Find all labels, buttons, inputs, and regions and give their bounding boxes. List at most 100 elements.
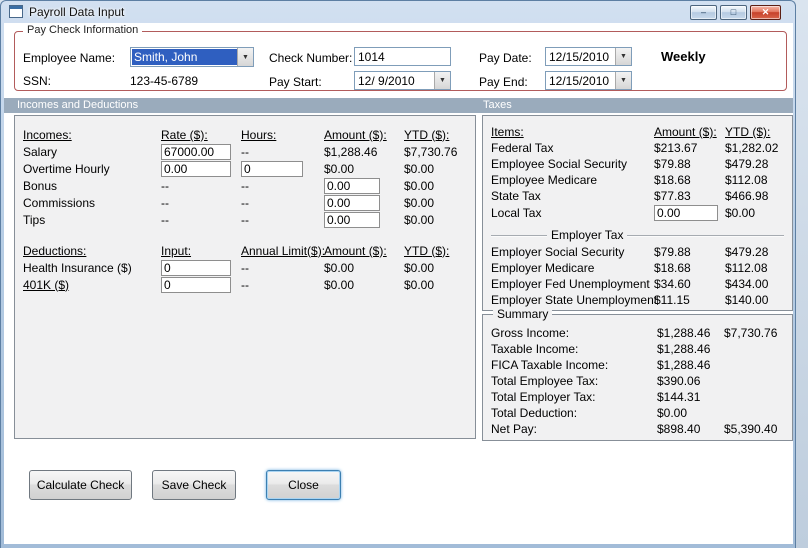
pay-date-datepicker[interactable]: 12/15/2010 ▼ — [545, 47, 632, 66]
window-title: Payroll Data Input — [29, 5, 125, 19]
federal-tax-label: Federal Tax — [491, 141, 554, 155]
tax-row-employee-medicare: Employee Medicare $18.68 $112.08 — [491, 172, 792, 188]
close-button[interactable]: ✕ — [750, 5, 781, 20]
incomes-deductions-gap — [23, 228, 475, 242]
net-pay-ytd: $5,390.40 — [724, 422, 778, 436]
gross-income-label: Gross Income: — [491, 326, 570, 340]
employer-medicare-ytd: $112.08 — [725, 261, 768, 275]
pay-start-dropdown-icon[interactable]: ▼ — [434, 72, 450, 89]
401k-input[interactable] — [161, 276, 231, 293]
local-tax-input[interactable] — [654, 205, 718, 221]
health-insurance-limit: -- — [241, 260, 249, 275]
employee-name-dropdown-icon[interactable]: ▼ — [237, 48, 253, 66]
taxes-panel: Items: Amount ($): YTD ($): Federal Tax … — [482, 115, 793, 311]
salary-amount: $1,288.46 — [324, 144, 378, 159]
employee-ss-ytd: $479.28 — [725, 157, 769, 171]
app-icon — [9, 5, 23, 18]
health-insurance-input[interactable] — [161, 259, 231, 276]
salary-rate-input[interactable] — [161, 143, 231, 160]
health-insurance-ytd: $0.00 — [404, 260, 435, 275]
income-row-commissions: Commissions -- -- $0.00 — [23, 194, 475, 211]
ssn-value: 123-45-6789 — [130, 74, 199, 88]
employer-fed-unemployment-label: Employer Fed Unemployment — [491, 277, 650, 291]
federal-tax-ytd: $1,282.02 — [725, 141, 779, 155]
payroll-window: Payroll Data Input – □ ✕ Pay Check Infor… — [0, 0, 796, 548]
total-employee-tax-amount: $390.06 — [657, 374, 701, 388]
pay-end-dropdown-icon[interactable]: ▼ — [615, 72, 631, 89]
bonus-amount-input[interactable] — [324, 177, 380, 194]
income-row-tips: Tips -- -- $0.00 — [23, 211, 475, 228]
pay-end-value: 12/15/2010 — [549, 74, 610, 88]
total-employer-tax-amount: $144.31 — [657, 390, 701, 404]
taxes-section-title: Taxes — [483, 99, 512, 111]
health-insurance-amount: $0.00 — [324, 260, 355, 275]
pay-frequency-label: Weekly — [661, 49, 706, 64]
salary-hours: -- — [241, 144, 249, 159]
tips-amount-input[interactable] — [324, 211, 380, 228]
tax-row-local: Local Tax $0.00 — [491, 204, 792, 222]
state-tax-label: State Tax — [491, 189, 541, 203]
employer-medicare-amount: $18.68 — [654, 261, 691, 275]
employer-state-unemployment-label: Employer State Unemployment — [491, 293, 658, 307]
save-check-button[interactable]: Save Check — [152, 470, 236, 500]
fica-taxable-label: FICA Taxable Income: — [491, 358, 609, 372]
deduction-row-401k: 401K ($) -- $0.00 $0.00 — [23, 276, 475, 293]
pay-date-dropdown-icon[interactable]: ▼ — [615, 48, 631, 65]
total-deduction-amount: $0.00 — [657, 406, 688, 420]
net-pay-label: Net Pay: — [491, 422, 538, 436]
commissions-amount-input[interactable] — [324, 194, 380, 211]
tax-ytd-col-header: YTD ($): — [725, 125, 771, 139]
close-dialog-button[interactable]: Close — [266, 470, 341, 500]
annual-limit-col-header: Annual Limit($): — [241, 243, 326, 258]
overtime-amount: $0.00 — [324, 161, 355, 176]
bonus-rate: -- — [161, 178, 169, 193]
maximize-icon: □ — [730, 7, 737, 17]
health-insurance-label: Health Insurance ($) — [23, 260, 132, 275]
401k-label-link[interactable]: 401K ($) — [23, 278, 161, 292]
employer-fed-unemployment-ytd: $434.00 — [725, 277, 769, 291]
gross-income-amount: $1,288.46 — [657, 326, 711, 340]
gross-income-ytd: $7,730.76 — [724, 326, 778, 340]
employer-tax-header: Employer Tax — [547, 228, 628, 242]
employer-state-unemployment-ytd: $140.00 — [725, 293, 769, 307]
caption-buttons: – □ ✕ — [690, 5, 781, 20]
state-tax-ytd: $466.98 — [725, 189, 769, 203]
hours-col-header: Hours: — [241, 127, 277, 142]
employee-name-combobox[interactable]: Smith, John ▼ — [130, 47, 254, 67]
employer-state-unemployment-amount: $11.15 — [654, 293, 690, 307]
employee-medicare-label: Employee Medicare — [491, 173, 598, 187]
total-deduction-label: Total Deduction: — [491, 406, 578, 420]
titlebar[interactable]: Payroll Data Input – □ ✕ — [1, 1, 795, 23]
pay-start-value: 12/ 9/2010 — [358, 74, 415, 88]
close-icon: ✕ — [761, 7, 770, 17]
minimize-button[interactable]: – — [690, 5, 717, 20]
summary-row-deduction: Total Deduction: $0.00 — [491, 405, 792, 421]
pay-end-datepicker[interactable]: 12/15/2010 ▼ — [545, 71, 632, 90]
tax-row-employer-ss: Employer Social Security $79.88 $479.28 — [491, 244, 792, 260]
tax-row-employee-ss: Employee Social Security $79.88 $479.28 — [491, 156, 792, 172]
summary-group-title: Summary — [493, 307, 553, 321]
deduction-amount-col-header: Amount ($): — [324, 243, 387, 258]
check-number-input[interactable] — [354, 47, 451, 66]
bonus-ytd: $0.00 — [404, 178, 435, 193]
ytd-col-header: YTD ($): — [404, 127, 450, 142]
commissions-hours: -- — [241, 195, 249, 210]
tax-row-employer-medicare: Employer Medicare $18.68 $112.08 — [491, 260, 792, 276]
overtime-hours-input[interactable] — [241, 160, 303, 177]
summary-row-employee-tax: Total Employee Tax: $390.06 — [491, 373, 792, 389]
tax-row-employer-state-unemployment: Employer State Unemployment $11.15 $140.… — [491, 292, 792, 308]
income-row-overtime: Overtime Hourly $0.00 $0.00 — [23, 160, 475, 177]
employee-medicare-amount: $18.68 — [654, 173, 691, 187]
summary-row-taxable: Taxable Income: $1,288.46 — [491, 341, 792, 357]
local-tax-ytd: $0.00 — [725, 206, 756, 220]
employer-tax-divider: Employer Tax — [491, 227, 784, 242]
maximize-button[interactable]: □ — [720, 5, 747, 20]
pay-start-datepicker[interactable]: 12/ 9/2010 ▼ — [354, 71, 451, 90]
overtime-rate-input[interactable] — [161, 160, 231, 177]
calculate-check-button[interactable]: Calculate Check — [29, 470, 132, 500]
amount-col-header: Amount ($): — [324, 127, 387, 142]
summary-row-gross: Gross Income: $1,288.46 $7,730.76 — [491, 325, 792, 341]
paycheck-group-title: Pay Check Information — [23, 24, 143, 36]
taxable-income-label: Taxable Income: — [491, 342, 579, 356]
employer-ss-label: Employer Social Security — [491, 245, 625, 259]
